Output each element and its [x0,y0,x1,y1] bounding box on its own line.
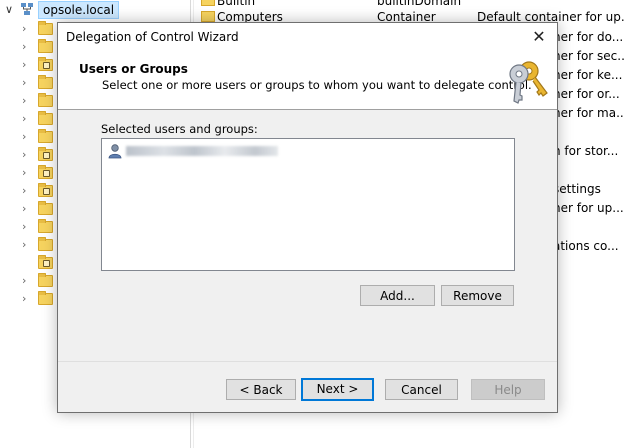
chevron-right-icon[interactable]: › [22,94,26,107]
selected-users-label: Selected users and groups: [101,122,258,136]
folder-icon [38,237,53,251]
folder-icon [38,21,53,35]
chevron-right-icon[interactable]: › [22,40,26,53]
list-item-description: ner for sec... [553,49,624,63]
chevron-right-icon[interactable]: › [22,184,26,197]
list-item-name: Builtin [217,0,256,8]
folder-icon [38,129,53,143]
folder-icon [38,39,53,53]
list-item-description: ner for or... [553,87,620,101]
list-item-description: ner for ma... [553,106,624,120]
list-item-type: builtinDomain [377,0,462,8]
selected-users-list[interactable] [101,138,515,271]
dialog-titlebar[interactable]: Delegation of Control Wizard ✕ [58,23,557,53]
page-title: Users or Groups [79,62,188,76]
list-item-description: ner for do... [553,30,624,44]
tree-root-item[interactable]: ∨ opsole.local [0,0,190,20]
next-button[interactable]: Next > [301,378,374,401]
chevron-right-icon[interactable]: › [22,220,26,233]
list-item-description: ner for ke... [553,68,623,82]
page-subtitle: Select one or more users or groups to wh… [102,78,532,92]
organizational-unit-icon [38,183,53,197]
chevron-right-icon[interactable]: › [22,238,26,251]
cancel-button[interactable]: Cancel [385,379,458,400]
add-button[interactable]: Add... [360,285,435,306]
close-icon[interactable]: ✕ [527,25,551,49]
chevron-right-icon[interactable]: › [22,148,26,161]
chevron-right-icon[interactable]: › [22,58,26,71]
chevron-right-icon[interactable]: › [22,166,26,179]
list-item-description: ner for up... [553,201,624,215]
list-item[interactable] [107,143,297,159]
organizational-unit-icon [38,165,53,179]
folder-icon [201,0,215,6]
remove-button[interactable]: Remove [441,285,514,306]
domain-icon [21,3,33,15]
help-button: Help [471,379,545,400]
user-icon [108,144,122,159]
dialog-title: Delegation of Control Wizard [66,30,239,44]
keys-icon [509,61,548,104]
organizational-unit-icon [38,255,53,269]
list-item-description: n for stor... [553,144,619,158]
redacted-user-name [126,146,278,156]
chevron-right-icon[interactable]: › [22,130,26,143]
folder-icon [38,111,53,125]
chevron-down-icon[interactable]: ∨ [5,3,13,16]
chevron-right-icon[interactable]: › [22,202,26,215]
wizard-header: Users or Groups Select one or more users… [58,53,557,110]
list-item-description: settings [553,182,601,196]
folder-icon [38,75,53,89]
chevron-right-icon[interactable]: › [22,22,26,35]
delegation-wizard-dialog: Delegation of Control Wizard ✕ Users or … [57,22,558,413]
chevron-right-icon[interactable]: › [22,112,26,125]
chevron-right-icon[interactable]: › [22,76,26,89]
list-item-description: ations co... [553,239,619,253]
chevron-right-icon[interactable]: › [22,274,26,287]
tree-root-label[interactable]: opsole.local [38,1,120,19]
folder-icon [38,273,53,287]
footer-divider [58,361,557,362]
folder-icon [38,219,53,233]
organizational-unit-icon [38,57,53,71]
folder-icon [38,291,53,305]
chevron-right-icon[interactable]: › [22,292,26,305]
folder-icon [201,11,215,22]
organizational-unit-icon [38,147,53,161]
folder-icon [38,201,53,215]
folder-icon [38,93,53,107]
back-button[interactable]: < Back [226,379,296,400]
